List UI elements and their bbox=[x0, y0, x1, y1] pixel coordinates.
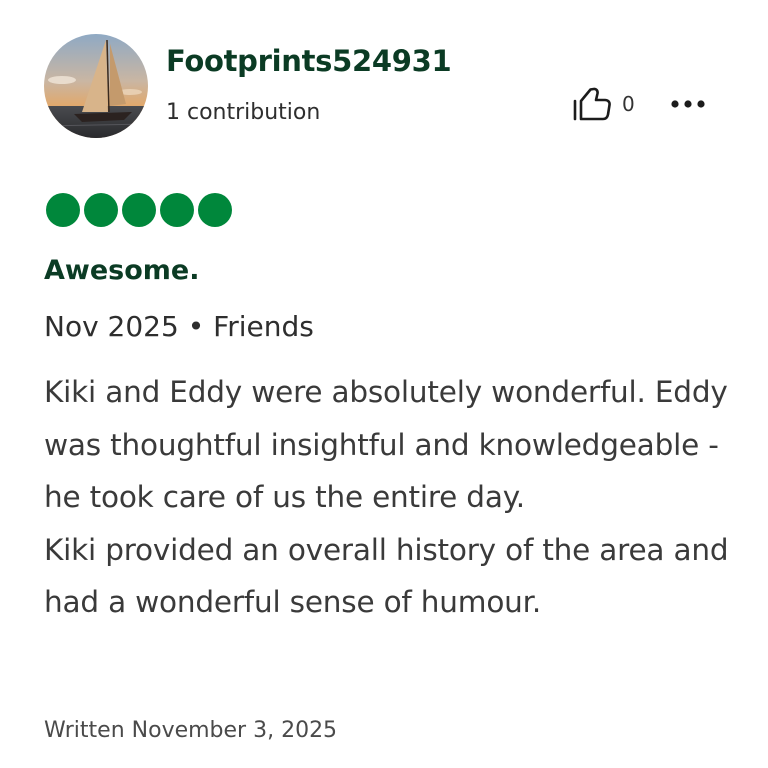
written-date: Written November 3, 2025 bbox=[44, 718, 338, 743]
rating-bubble-icon bbox=[160, 193, 194, 227]
reviewer-contributions: 1 contribution bbox=[166, 100, 321, 125]
thumbs-up-icon bbox=[573, 87, 611, 121]
reviewer-username[interactable]: Footprints524931 bbox=[166, 44, 452, 78]
sailboat-avatar-image bbox=[44, 34, 148, 138]
review-card: Footprints524931 1 contribution 0 Awesom… bbox=[0, 0, 768, 768]
rating-bubble-icon bbox=[46, 193, 80, 227]
more-options-button[interactable] bbox=[668, 92, 712, 116]
helpful-count: 0 bbox=[622, 92, 635, 116]
rating-bubble-icon bbox=[198, 193, 232, 227]
visit-info: Nov 2025 • Friends bbox=[44, 310, 314, 343]
review-title[interactable]: Awesome. bbox=[44, 255, 199, 286]
review-body: Kiki and Eddy were absolutely wonderful.… bbox=[44, 366, 734, 629]
review-paragraph: Kiki and Eddy were absolutely wonderful.… bbox=[44, 375, 728, 514]
avatar[interactable] bbox=[44, 34, 148, 138]
rating-bubbles bbox=[46, 193, 232, 227]
helpful-vote-button[interactable]: 0 bbox=[572, 86, 635, 122]
review-paragraph: Kiki provided an overall history of the … bbox=[44, 532, 729, 620]
rating-bubble-icon bbox=[122, 193, 156, 227]
more-options-icon bbox=[671, 100, 705, 108]
rating-bubble-icon bbox=[84, 193, 118, 227]
